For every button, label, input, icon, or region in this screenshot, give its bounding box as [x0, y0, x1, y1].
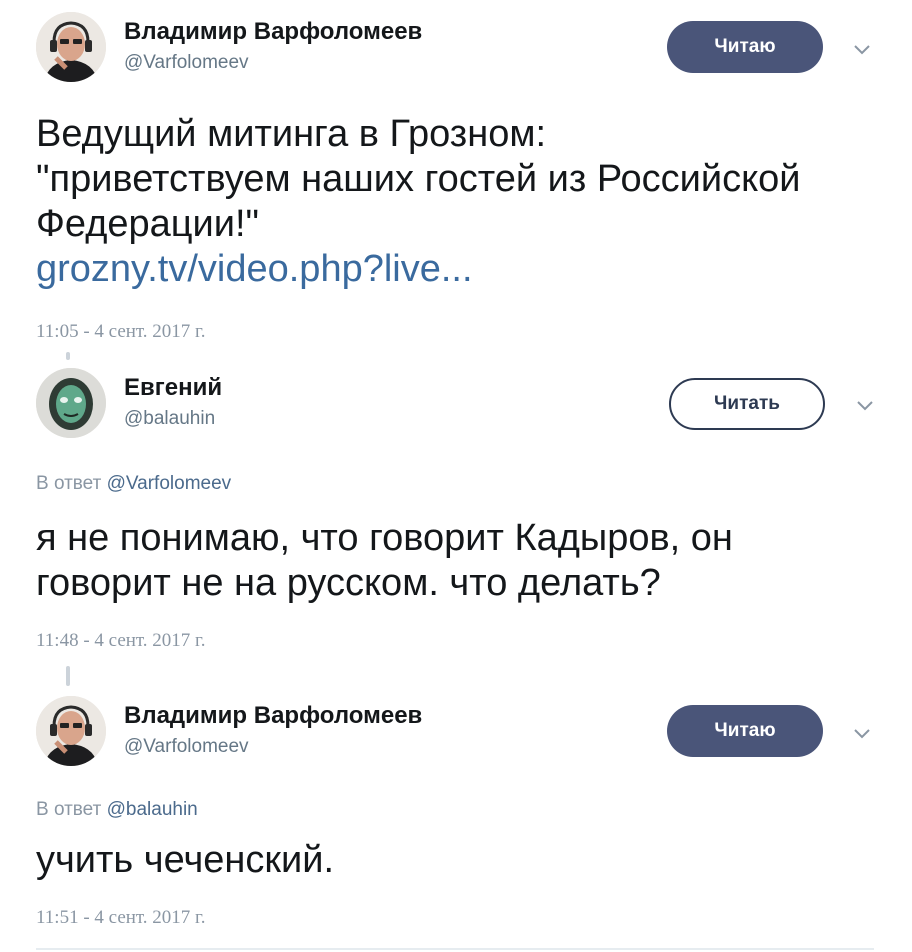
reply-context: В ответ @Varfolomeev — [36, 473, 231, 495]
tweet-text-line: Федерации!" — [36, 203, 260, 245]
thread-connector — [66, 352, 70, 360]
tweet-text: Ведущий митинга в Грозном: "приветствуем… — [36, 112, 886, 292]
tweet-text-line: я не понимаю, что говорит Кадыров, он — [36, 517, 733, 559]
author-name[interactable]: Владимир Варфоломеев — [124, 18, 422, 46]
author-handle[interactable]: @Varfolomeev — [124, 736, 249, 758]
timestamp[interactable]: 11:51 - 4 сент. 2017 г. — [36, 907, 205, 929]
chevron-down-icon[interactable] — [854, 394, 876, 416]
chevron-down-icon[interactable] — [851, 38, 873, 60]
tweet-text-line: "приветствуем наших гостей из Российской — [36, 158, 801, 200]
follow-button[interactable]: Читать — [669, 378, 825, 430]
reply-mention[interactable]: @Varfolomeev — [107, 473, 232, 494]
following-button[interactable]: Читаю — [667, 705, 823, 757]
following-button[interactable]: Читаю — [667, 21, 823, 73]
timestamp[interactable]: 11:05 - 4 сент. 2017 г. — [36, 321, 205, 343]
tweet-text-line: говорит не на русском. что делать? — [36, 562, 661, 604]
author-handle[interactable]: @balauhin — [124, 408, 215, 430]
chevron-down-icon[interactable] — [851, 722, 873, 744]
reply-mention[interactable]: @balauhin — [107, 799, 198, 820]
author-handle[interactable]: @Varfolomeev — [124, 52, 249, 74]
tweet-text: учить чеченский. — [36, 838, 886, 883]
avatar[interactable] — [36, 696, 106, 766]
avatar[interactable] — [36, 368, 106, 438]
author-name[interactable]: Владимир Варфоломеев — [124, 702, 422, 730]
tweet-3: Владимир Варфоломеев @Varfolomeev Читаю … — [0, 690, 912, 940]
timestamp[interactable]: 11:48 - 4 сент. 2017 г. — [36, 630, 205, 652]
tweet-text-line: Ведущий митинга в Грозном: — [36, 113, 547, 155]
thread-connector — [66, 666, 70, 686]
tweet-1: Владимир Варфоломеев @Varfolomeev Читаю … — [0, 0, 912, 350]
reply-prefix: В ответ — [36, 799, 102, 820]
tweet-text-line: учить чеченский. — [36, 839, 335, 881]
avatar[interactable] — [36, 12, 106, 82]
divider — [36, 948, 874, 950]
author-name[interactable]: Евгений — [124, 374, 222, 402]
tweet-link[interactable]: grozny.tv/video.php?live... — [36, 247, 886, 292]
reply-context: В ответ @balauhin — [36, 799, 198, 821]
tweet-2: Евгений @balauhin Читать В ответ @Varfol… — [0, 360, 912, 660]
reply-prefix: В ответ — [36, 473, 102, 494]
tweet-text: я не понимаю, что говорит Кадыров, он го… — [36, 516, 886, 606]
